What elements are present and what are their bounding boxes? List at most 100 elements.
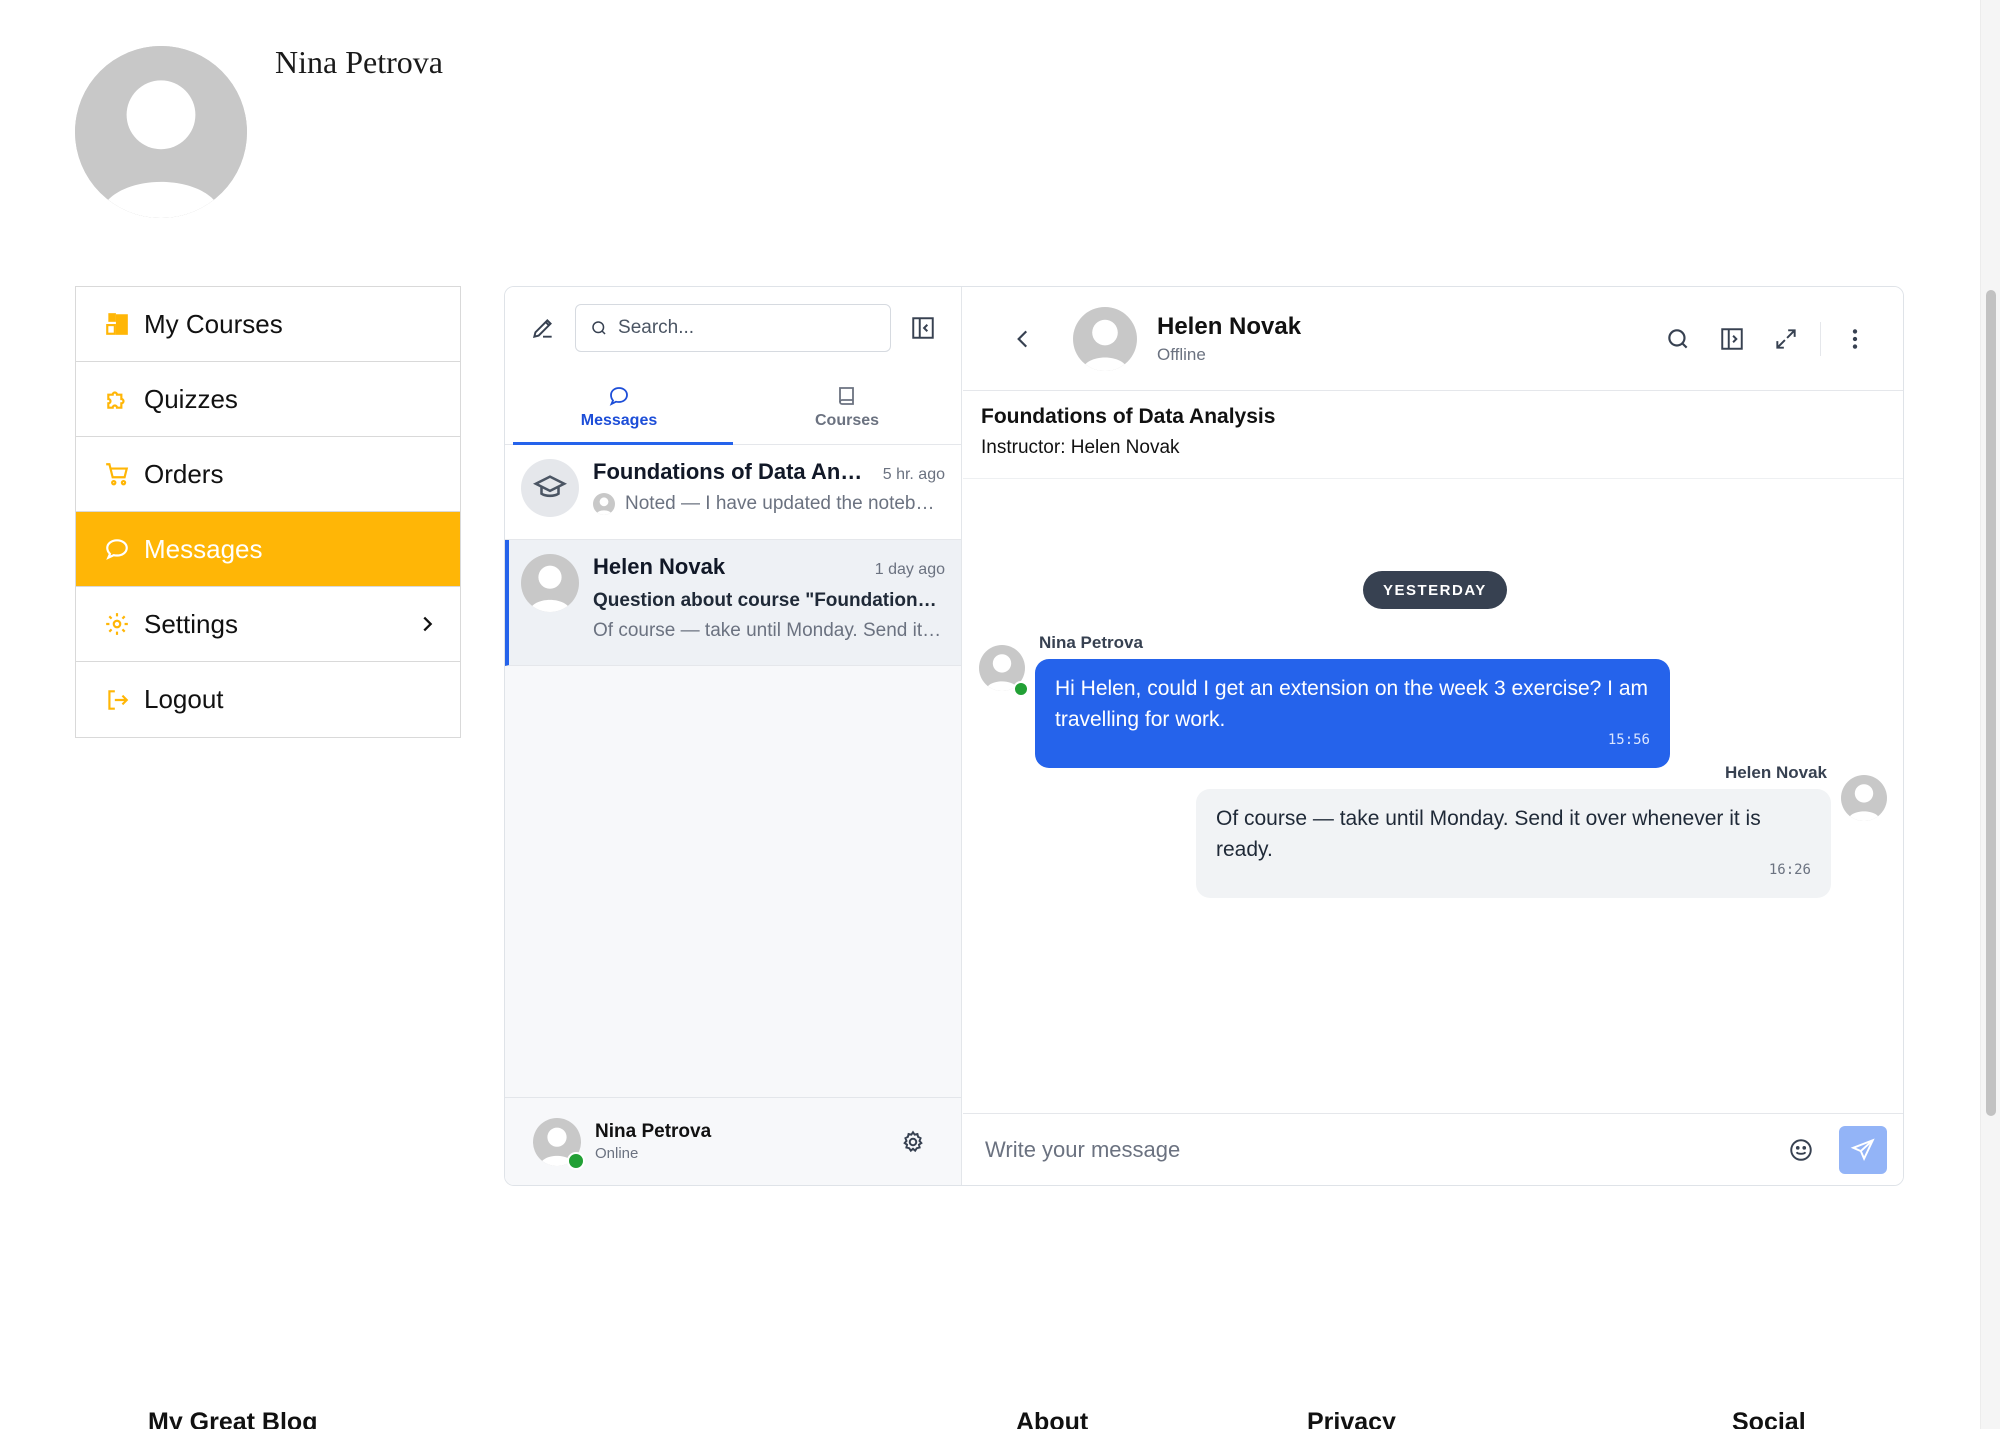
account-nav: My Courses Quizzes Orders Messages Setti… xyxy=(75,286,461,738)
conversation-list: Foundations of Data Analysis 5 hr. ago N… xyxy=(505,445,961,666)
conversation-toolbar xyxy=(505,287,961,369)
footer-blog-title: My Great Blog xyxy=(148,1408,318,1429)
emoji-button[interactable] xyxy=(1781,1130,1821,1170)
collapse-sidebar-button[interactable] xyxy=(903,308,943,348)
conversation-title: Foundations of Data Analysis xyxy=(593,459,868,484)
scrollbar-thumb[interactable] xyxy=(1986,290,1996,1116)
preview-text: Noted — I have updated the notebook. xyxy=(625,493,945,514)
gear-icon xyxy=(104,611,130,637)
pencil-icon xyxy=(532,319,552,339)
user-silhouette-icon xyxy=(1847,784,1881,821)
compose-button[interactable] xyxy=(523,308,563,348)
more-vertical-icon xyxy=(1852,328,1858,349)
tab-courses[interactable]: Courses xyxy=(733,369,961,444)
conversation-item-helen[interactable]: Helen Novak 1 day ago Question about cou… xyxy=(505,540,961,666)
graduation-cap-icon xyxy=(533,475,567,498)
contact-name: Helen Novak xyxy=(1157,312,1302,340)
book-icon xyxy=(839,386,854,405)
send-icon xyxy=(1850,1137,1875,1161)
user-silhouette-icon xyxy=(529,565,571,612)
profile-name: Nina Petrova xyxy=(275,44,443,80)
fullscreen-button[interactable] xyxy=(1766,319,1806,359)
conversation-subject: Question about course "Foundations of Da… xyxy=(593,590,945,611)
chevron-right-icon xyxy=(423,616,433,632)
message-bubble-received: Of course — take until Monday. Send it o… xyxy=(1196,789,1831,898)
footer-about-heading: About xyxy=(1016,1408,1089,1429)
message-bubble-sent: Hi Helen, could I get an extension on th… xyxy=(1035,659,1670,768)
nav-item-my-courses[interactable]: My Courses xyxy=(76,287,460,362)
page-scrollbar[interactable] xyxy=(1980,0,2000,1429)
site-footer: My Great Blog About Privacy Social xyxy=(0,1400,1980,1429)
conversation-preview: Of course — take until Monday. Send it o… xyxy=(593,620,945,641)
chat-actions xyxy=(1658,319,1875,359)
search-icon xyxy=(592,321,606,335)
message-time: 16:26 xyxy=(1768,862,1811,878)
avatar xyxy=(533,1117,585,1170)
cart-icon xyxy=(104,461,130,487)
conversation-panel: Messages Courses Foundations of Data Ana… xyxy=(505,287,962,1185)
current-user-footer: Nina Petrova Online xyxy=(505,1097,961,1185)
send-button[interactable] xyxy=(1839,1125,1887,1174)
nav-label: My Courses xyxy=(144,308,283,339)
nav-item-quizzes[interactable]: Quizzes xyxy=(76,362,460,437)
back-button[interactable] xyxy=(1003,319,1043,359)
message-sender: Helen Novak xyxy=(1724,763,1827,782)
nav-item-settings[interactable]: Settings xyxy=(76,587,460,662)
courses-icon xyxy=(104,311,130,337)
nav-label: Messages xyxy=(144,533,263,564)
chat-header: Helen Novak Offline xyxy=(963,287,1903,391)
search-icon xyxy=(1668,328,1688,348)
conversation-tabs: Messages Courses xyxy=(505,369,961,445)
message-sender: Nina Petrova xyxy=(1039,633,1143,652)
course-info: Foundations of Data Analysis Instructor:… xyxy=(963,391,1903,479)
conversation-time: 1 day ago xyxy=(874,561,945,578)
message-input[interactable] xyxy=(985,1136,1781,1163)
logout-icon xyxy=(104,687,130,713)
sidebar-expand-icon xyxy=(1721,327,1743,350)
footer-privacy-heading: Privacy xyxy=(1307,1408,1396,1429)
date-separator: YESTERDAY xyxy=(1363,571,1507,609)
smiley-icon xyxy=(1790,1138,1812,1161)
avatar xyxy=(593,493,615,515)
nav-item-messages[interactable]: Messages xyxy=(76,512,460,587)
user-silhouette-icon xyxy=(75,46,247,218)
message-composer xyxy=(963,1113,1903,1185)
conversation-title: Helen Novak xyxy=(593,554,726,579)
search-field[interactable] xyxy=(575,304,891,352)
expand-icon xyxy=(1776,328,1796,349)
online-indicator xyxy=(1013,681,1029,697)
chevron-left-icon xyxy=(1017,330,1028,347)
more-options-button[interactable] xyxy=(1835,319,1875,359)
chat-icon xyxy=(104,536,130,562)
conversation-time: 5 hr. ago xyxy=(882,466,945,483)
message-text: Hi Helen, could I get an extension on th… xyxy=(1055,677,1649,731)
message-thread: YESTERDAY Nina Petrova Hi Helen, could I… xyxy=(963,479,1903,1113)
search-input[interactable] xyxy=(618,317,876,339)
avatar xyxy=(521,554,579,612)
puzzle-icon xyxy=(104,386,130,412)
avatar xyxy=(979,645,1029,697)
footer-social-heading: Social xyxy=(1732,1408,1806,1429)
messenger-settings-button[interactable] xyxy=(893,1122,933,1162)
profile-avatar xyxy=(75,46,247,218)
tab-messages[interactable]: Messages xyxy=(505,369,733,445)
tab-label: Courses xyxy=(814,411,880,429)
search-chat-button[interactable] xyxy=(1658,319,1698,359)
current-user-status: Online xyxy=(595,1145,639,1162)
online-indicator xyxy=(567,1151,585,1170)
current-user-name: Nina Petrova xyxy=(595,1121,712,1142)
sidebar-collapse-icon xyxy=(912,317,934,339)
nav-label: Logout xyxy=(144,684,224,714)
avatar xyxy=(1841,775,1887,821)
nav-item-logout[interactable]: Logout xyxy=(76,662,460,737)
contact-status: Offline xyxy=(1157,344,1206,364)
tab-label: Messages xyxy=(580,411,658,429)
gear-icon xyxy=(903,1130,923,1152)
nav-label: Orders xyxy=(144,458,224,489)
toggle-panel-button[interactable] xyxy=(1712,319,1752,359)
contact-avatar xyxy=(1073,306,1137,371)
message-text: Of course — take until Monday. Send it o… xyxy=(1216,807,1761,861)
chat-panel: Helen Novak Offline Foundations of Data … xyxy=(963,287,1903,1185)
nav-item-orders[interactable]: Orders xyxy=(76,437,460,512)
conversation-item-course[interactable]: Foundations of Data Analysis 5 hr. ago N… xyxy=(505,445,961,540)
